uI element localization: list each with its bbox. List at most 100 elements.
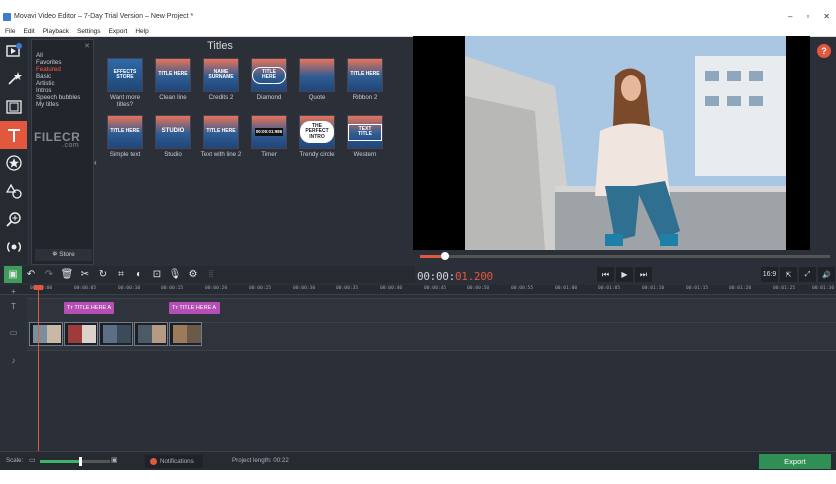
previous-frame-button[interactable]: ⏮ <box>597 267 614 282</box>
title-preset[interactable]: TEXT TITLE Western <box>342 115 388 159</box>
title-preset[interactable]: TITLE HERE Ribbon 2 <box>342 58 388 102</box>
tool-callouts[interactable] <box>0 177 27 205</box>
title-label: Want more titles? <box>109 94 141 108</box>
collapse-panel-icon[interactable]: ‹ <box>94 158 97 167</box>
preview-photo-drawing <box>465 36 786 250</box>
timeline-ruler[interactable]: 00:00:00 00:00:05 00:00:10 00:00:15 00:0… <box>0 285 836 295</box>
close-button[interactable]: ✕ <box>823 8 830 26</box>
cut-button[interactable]: ✂ <box>76 266 94 283</box>
category-item[interactable]: Artistic <box>36 80 80 87</box>
video-clip[interactable] <box>99 322 133 346</box>
title-preset[interactable]: TITLE HERE Text with line 2 <box>198 115 244 159</box>
magic-wand-icon <box>7 72 22 85</box>
scale-slider[interactable] <box>40 460 110 463</box>
video-clip[interactable] <box>134 322 168 346</box>
skip-forward-icon: ⏭ <box>639 269 648 279</box>
title-thumbnail: STUDIO <box>155 115 191 149</box>
export-button[interactable]: Export <box>759 454 831 469</box>
video-clip[interactable] <box>64 322 98 346</box>
category-item[interactable]: Favorites <box>36 59 80 66</box>
progress-knob[interactable] <box>441 252 449 260</box>
undo-button[interactable]: ↶ <box>22 266 40 283</box>
title-preset[interactable]: EFFECTS STORE Want more titles? <box>102 58 148 109</box>
category-item-selected[interactable]: Featured <box>36 66 80 73</box>
color-adjust-button[interactable]: ◐ <box>130 266 148 283</box>
category-item[interactable]: Intros <box>36 87 80 94</box>
fullscreen-button[interactable]: ⤢ <box>799 267 816 282</box>
tool-filters[interactable] <box>0 65 27 93</box>
menu-settings[interactable]: Settings <box>77 26 101 36</box>
redo-button[interactable]: ↷ <box>40 266 58 283</box>
category-item[interactable]: All <box>36 52 80 59</box>
tool-stickers[interactable] <box>0 149 27 177</box>
title-preset[interactable]: Name Surname Credits 2 <box>198 58 244 102</box>
video-clip[interactable] <box>29 322 63 346</box>
title-preset[interactable]: STUDIO Studio <box>150 115 196 159</box>
scale-slider-fill <box>40 460 82 463</box>
transition-button[interactable]: ⊡ <box>148 266 166 283</box>
category-item[interactable]: My titles <box>36 101 80 108</box>
play-button[interactable]: ▶ <box>616 267 633 282</box>
audio-track-header: ♪ <box>0 356 27 365</box>
clear-icon[interactable]: ✕ <box>84 42 90 50</box>
menu-export[interactable]: Export <box>109 26 128 36</box>
tool-zoom[interactable] <box>0 205 27 233</box>
record-audio-button[interactable]: 🎙 <box>166 266 184 283</box>
clip-properties-button[interactable]: ⚙ <box>184 266 202 283</box>
playhead[interactable] <box>38 285 39 455</box>
status-bar: Scale: ▭ ▣ Notifications Project length:… <box>0 451 836 470</box>
tool-import[interactable] <box>0 37 27 65</box>
help-button[interactable]: ? <box>817 44 831 58</box>
project-length: Project length: 00:22 <box>232 457 289 464</box>
menu-edit[interactable]: Edit <box>23 26 34 36</box>
audio-track <box>27 350 836 451</box>
aspect-ratio-button[interactable]: 16:9 <box>761 267 778 282</box>
category-item[interactable]: Speech bubbles <box>36 94 80 101</box>
timecode-main: 00:00: <box>417 270 455 283</box>
title-clip[interactable]: Tт TITLE HERE A <box>64 302 114 314</box>
rotate-button[interactable]: ↻ <box>94 266 112 283</box>
title-preset[interactable]: TITLE HERE Simple text <box>102 115 148 159</box>
video-clip[interactable] <box>169 322 202 346</box>
next-frame-button[interactable]: ⏭ <box>635 267 652 282</box>
equalizer-icon: ⦙⦙ <box>208 269 214 280</box>
zoom-in-icon[interactable]: ▣ <box>111 456 118 464</box>
title-clip[interactable]: Tт TITLE HERE A <box>169 302 220 314</box>
store-button[interactable]: ⛯ Store <box>35 249 92 261</box>
tool-transitions[interactable] <box>0 93 27 121</box>
category-item[interactable]: Basic <box>36 73 80 80</box>
title-preset[interactable]: Quote <box>294 58 340 102</box>
thumb-text: Name Surname <box>208 68 234 80</box>
add-track-icon[interactable]: + <box>0 287 27 296</box>
add-media-button[interactable]: ▣ <box>4 266 22 283</box>
zoom-out-icon[interactable]: ▭ <box>29 456 36 464</box>
title-preset[interactable]: TITLE HERE Clean line <box>150 58 196 102</box>
detach-player-button[interactable]: ⇱ <box>780 267 797 282</box>
scale-slider-knob[interactable] <box>79 457 82 466</box>
playback-progress[interactable] <box>420 252 830 260</box>
menu-help[interactable]: Help <box>135 26 148 36</box>
video-preview[interactable] <box>413 36 810 250</box>
ruler-tick: 00:00:55 <box>511 286 534 291</box>
notifications-button[interactable]: Notifications <box>145 455 203 468</box>
ruler-tick: 00:01:05 <box>598 286 621 291</box>
minimize-button[interactable]: – <box>788 8 792 26</box>
maximize-button[interactable]: ▫ <box>806 8 809 26</box>
title-preset[interactable]: TITLE HERE Diamond <box>246 58 292 102</box>
volume-button[interactable]: 🔊 <box>818 267 835 282</box>
thumb-text: TEXT TITLE <box>348 123 382 141</box>
audio-levels-button[interactable]: ⦙⦙ <box>202 266 220 283</box>
menu-file[interactable]: File <box>5 26 15 36</box>
title-preset[interactable]: THE PERFECT INTRO Trendy circle <box>294 115 340 159</box>
delete-button[interactable]: 🗑 <box>58 266 76 283</box>
title-preset[interactable]: 00:00:01:986 Timer <box>246 115 292 159</box>
window-controls: – ▫ ✕ <box>788 8 830 26</box>
tool-more[interactable] <box>0 233 27 261</box>
title-label: Diamond <box>256 94 282 101</box>
ruler-tick: 00:00:10 <box>118 286 141 291</box>
title-thumbnail: THE PERFECT INTRO <box>299 115 335 149</box>
crop-button[interactable]: ⌗ <box>112 266 130 283</box>
tool-titles[interactable] <box>0 121 27 149</box>
ruler-tick: 00:01:15 <box>686 286 709 291</box>
menu-playback[interactable]: Playback <box>43 26 69 36</box>
